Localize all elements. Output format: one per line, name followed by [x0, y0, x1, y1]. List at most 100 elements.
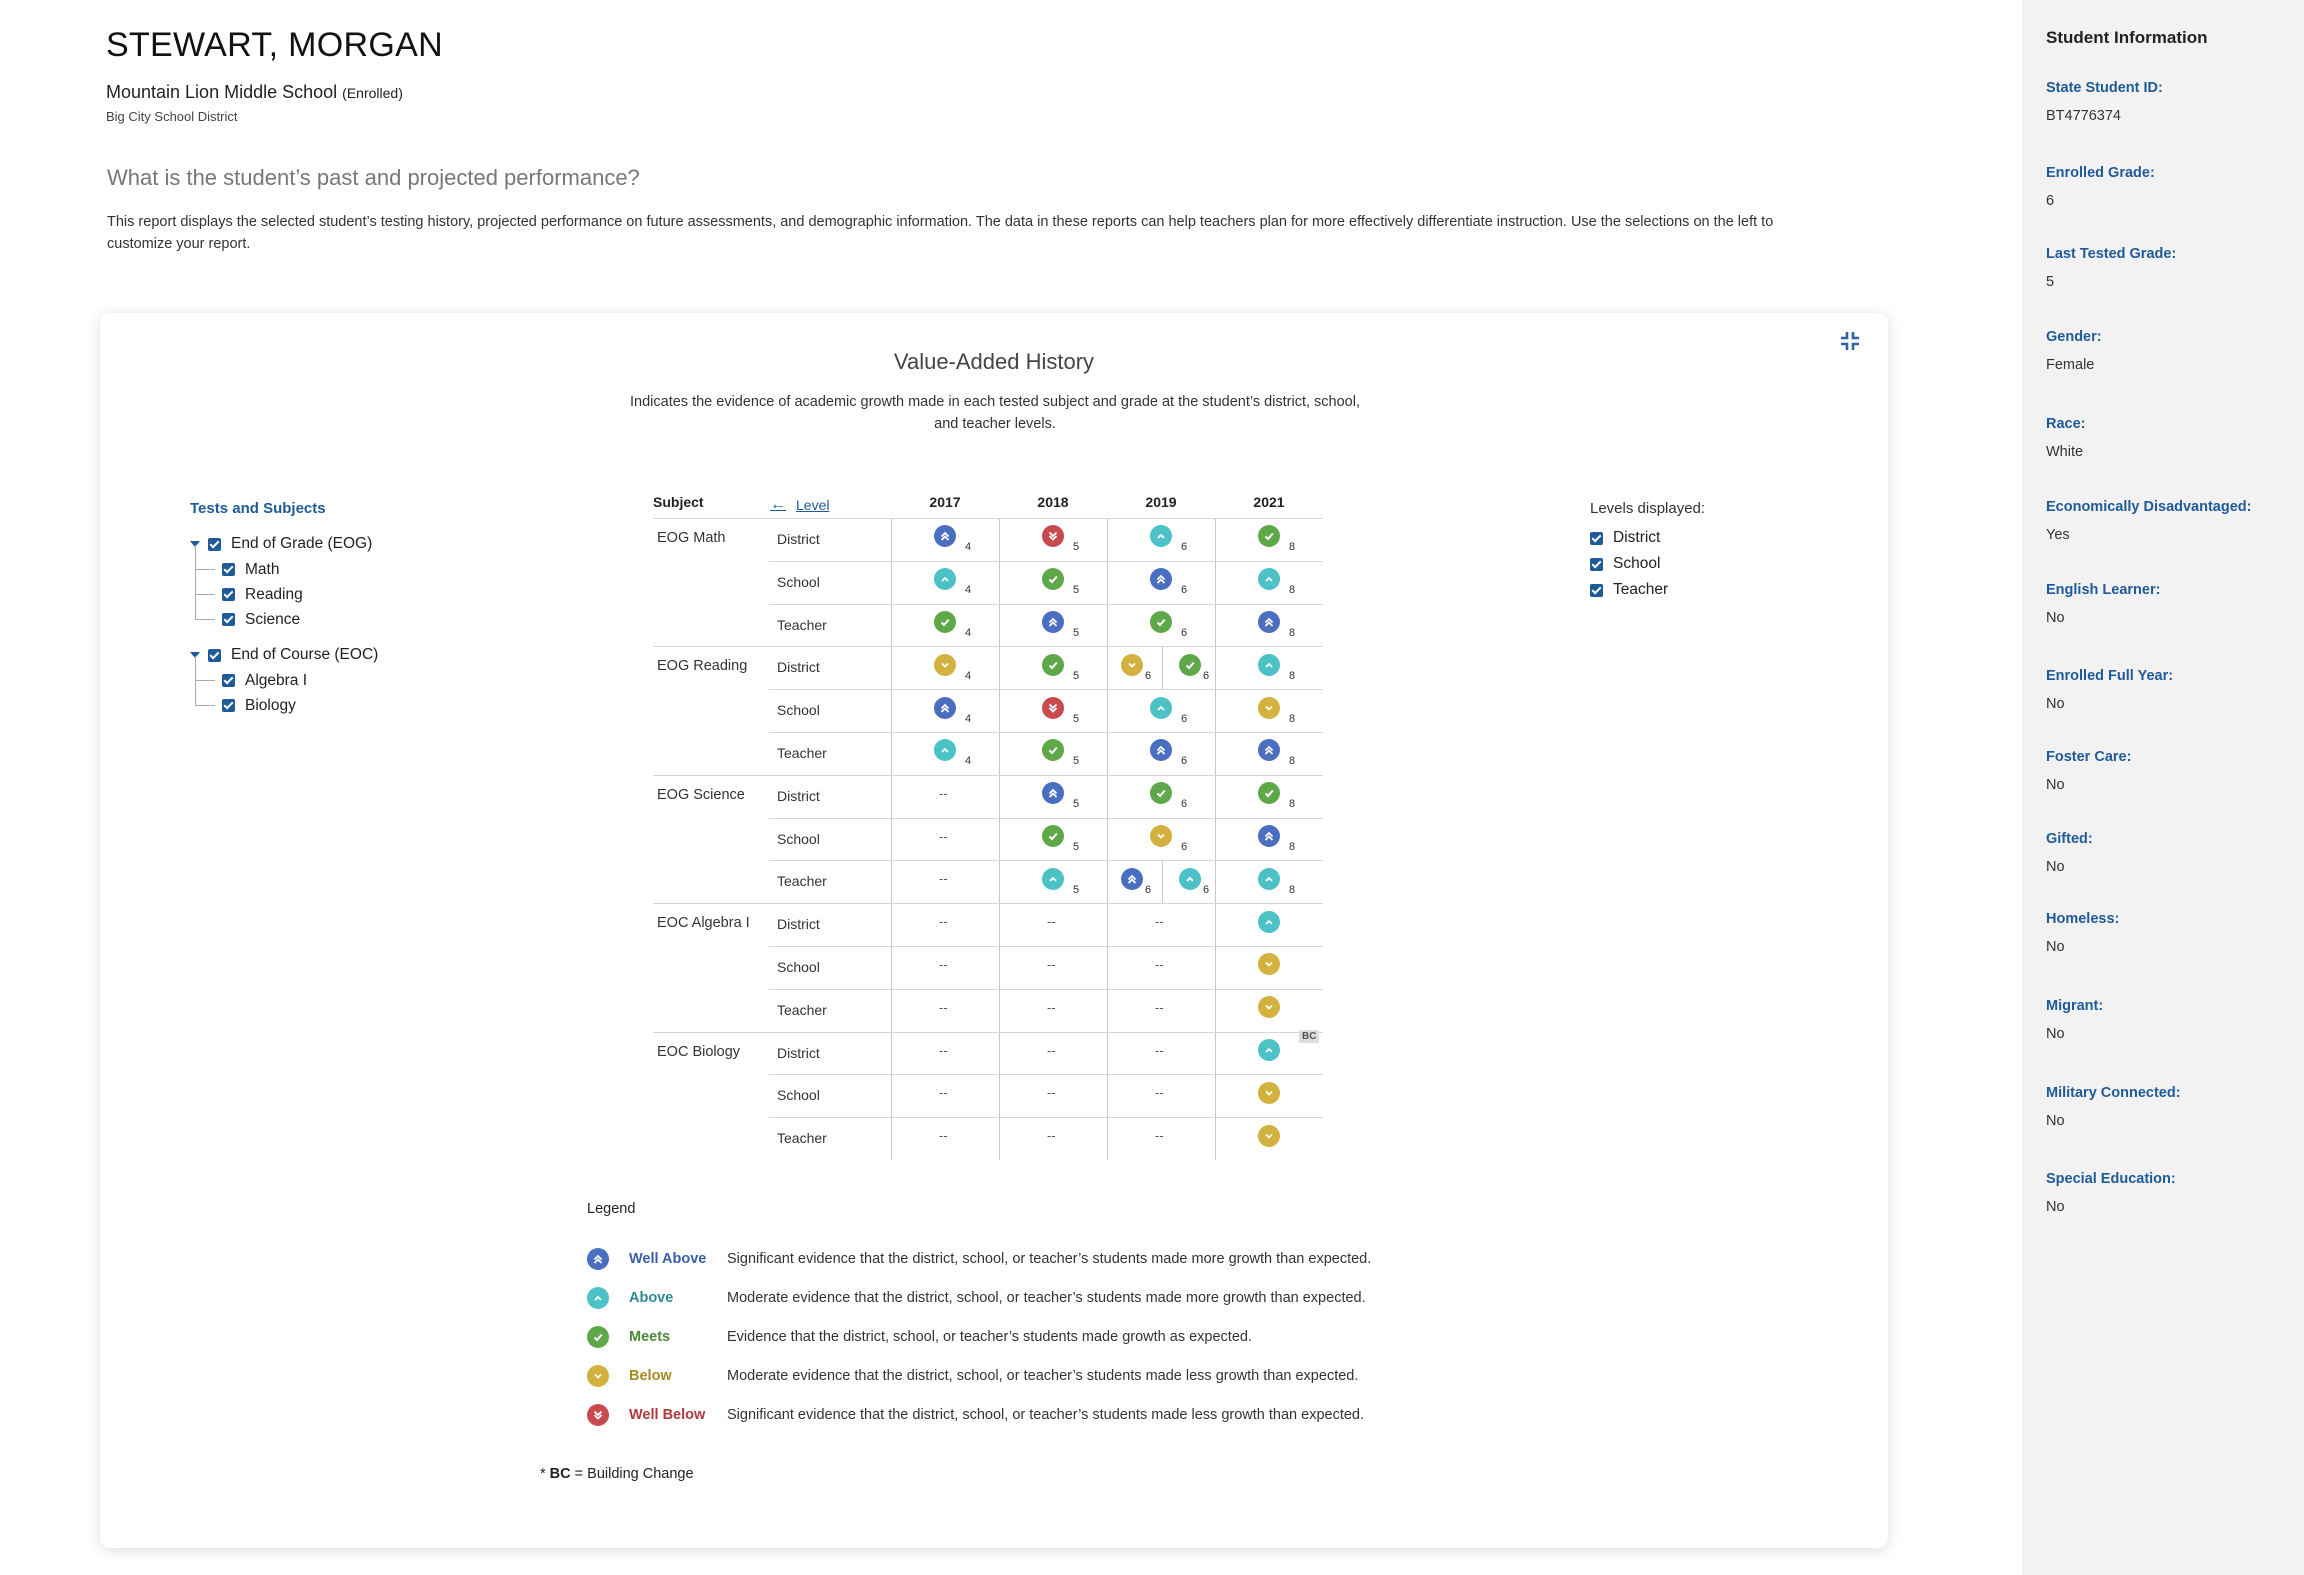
- year-header: 2021: [1253, 494, 1285, 510]
- sidebar-field-value: 6: [2046, 193, 2055, 209]
- check-icon[interactable]: [1042, 654, 1064, 676]
- chevron-down-icon[interactable]: [1258, 996, 1280, 1018]
- school-line: Mountain Lion Middle School (Enrolled): [106, 82, 1906, 103]
- grid-column-divider: [1107, 518, 1108, 1160]
- sidebar-field: Homeless: No: [2046, 911, 2296, 955]
- checkbox-teacher[interactable]: [1590, 583, 1603, 597]
- chevron-up-icon[interactable]: [1258, 654, 1280, 676]
- chevron-down-icon[interactable]: [934, 654, 956, 676]
- double-chevron-up-icon[interactable]: [1150, 739, 1172, 761]
- check-icon[interactable]: [1150, 782, 1172, 804]
- chevron-up-icon[interactable]: [1179, 868, 1201, 890]
- chevron-down-icon[interactable]: [1258, 1125, 1280, 1147]
- chevron-up-icon[interactable]: [1258, 911, 1280, 933]
- chevron-down-icon[interactable]: [1258, 953, 1280, 975]
- chevron-down-icon[interactable]: [1121, 654, 1143, 676]
- check-icon[interactable]: [934, 611, 956, 633]
- level-sort-link[interactable]: ← Level: [770, 494, 829, 516]
- checkbox-algebra[interactable]: [222, 674, 235, 687]
- level-toggle-school[interactable]: School: [1590, 551, 1705, 577]
- double-chevron-down-icon[interactable]: [1042, 525, 1064, 547]
- tree-item-biology[interactable]: Biology: [190, 681, 520, 718]
- sidebar-field-value: No: [2046, 777, 2065, 793]
- double-chevron-up-icon[interactable]: [1258, 611, 1280, 633]
- checkbox-science[interactable]: [222, 613, 235, 626]
- tree-item-reading[interactable]: Reading: [190, 570, 520, 607]
- checkbox-math[interactable]: [222, 563, 235, 576]
- levels-displayed: Levels displayed: District School Teache…: [1590, 500, 1705, 603]
- chevron-down-icon[interactable]: [1258, 697, 1280, 719]
- chevron-up-icon[interactable]: [1150, 525, 1172, 547]
- year-header: 2019: [1145, 494, 1177, 510]
- subject-label: EOC Biology: [657, 1044, 741, 1060]
- double-chevron-up-icon[interactable]: [1121, 868, 1143, 890]
- legend-description: Significant evidence that the district, …: [727, 1406, 1365, 1423]
- tree-item-algebra[interactable]: Algebra I: [190, 656, 520, 693]
- empty-cell-mark: --: [1155, 1043, 1164, 1058]
- value-added-card: Value-Added History Indicates the eviden…: [100, 313, 1888, 1548]
- legend-label: Meets: [629, 1328, 671, 1345]
- double-chevron-down-icon[interactable]: [1042, 697, 1064, 719]
- tree-item-science[interactable]: Science: [190, 595, 520, 632]
- check-icon[interactable]: [1042, 825, 1064, 847]
- chevron-up-icon[interactable]: [1042, 868, 1064, 890]
- level-toggle-teacher[interactable]: Teacher: [1590, 577, 1705, 603]
- sidebar-field: English Learner: No: [2046, 582, 2296, 626]
- tested-grade: 5: [1073, 670, 1080, 682]
- chevron-up-icon[interactable]: [934, 568, 956, 590]
- student-info-sidebar: Student Information State Student ID: BT4…: [2022, 0, 2304, 1575]
- chevron-up-icon[interactable]: [1258, 568, 1280, 590]
- tree-group-label: End of Course (EOC): [231, 646, 379, 663]
- tested-grade: 8: [1289, 755, 1296, 767]
- checkbox-district[interactable]: [1590, 531, 1603, 545]
- check-icon[interactable]: [1042, 568, 1064, 590]
- tested-grade: 6: [1203, 884, 1210, 896]
- grid-row-divider: [769, 689, 1323, 690]
- empty-cell-mark: --: [939, 1085, 948, 1100]
- double-chevron-up-icon: [587, 1247, 609, 1270]
- check-icon[interactable]: [1179, 654, 1201, 676]
- tested-grade: 6: [1181, 627, 1188, 639]
- check-icon[interactable]: [1042, 739, 1064, 761]
- double-chevron-up-icon[interactable]: [1150, 568, 1172, 590]
- double-chevron-up-icon[interactable]: [1258, 825, 1280, 847]
- tested-grade: 5: [1073, 584, 1080, 596]
- chevron-down-icon[interactable]: [1258, 1082, 1280, 1104]
- tree-item-math[interactable]: Math: [190, 545, 520, 582]
- double-chevron-up-icon[interactable]: [1258, 739, 1280, 761]
- tree-group-eoc[interactable]: End of Course (EOC): [190, 642, 520, 668]
- chevron-up-icon[interactable]: [934, 739, 956, 761]
- level-toggle-district[interactable]: District: [1590, 525, 1705, 551]
- sidebar-field-value: 5: [2046, 274, 2055, 290]
- chevron-up-icon[interactable]: [1258, 1039, 1280, 1061]
- chevron-up-icon[interactable]: [1150, 697, 1172, 719]
- double-chevron-up-icon[interactable]: [934, 697, 956, 719]
- double-chevron-up-icon[interactable]: [1042, 611, 1064, 633]
- sidebar-field-label: English Learner:: [2046, 582, 2161, 598]
- level-header: Level: [796, 497, 830, 513]
- sidebar-field-label: Homeless:: [2046, 911, 2120, 927]
- tested-grade: 6: [1181, 584, 1188, 596]
- sidebar-field-value: BT4776374: [2046, 108, 2121, 124]
- check-icon[interactable]: [1258, 525, 1280, 547]
- checkbox-biology[interactable]: [222, 699, 235, 712]
- sidebar-field-value: No: [2046, 1026, 2065, 1042]
- level-label: District: [777, 916, 820, 932]
- check-icon[interactable]: [1258, 782, 1280, 804]
- chevron-up-icon[interactable]: [1258, 868, 1280, 890]
- sidebar-field: Economically Disadvantaged: Yes: [2046, 499, 2296, 543]
- legend-item: Above Moderate evidence that the district…: [587, 1278, 1587, 1317]
- double-chevron-up-icon[interactable]: [1042, 782, 1064, 804]
- checkbox-eoc[interactable]: [208, 648, 221, 662]
- sidebar-field-label: Gifted:: [2046, 831, 2093, 847]
- sidebar-field-value: White: [2046, 444, 2084, 460]
- tested-grade: 6: [1203, 670, 1210, 682]
- double-chevron-up-icon[interactable]: [934, 525, 956, 547]
- checkbox-school[interactable]: [1590, 557, 1603, 571]
- chevron-down-icon[interactable]: [1150, 825, 1172, 847]
- tree-group-eog[interactable]: End of Grade (EOG): [190, 531, 520, 557]
- checkbox-reading[interactable]: [222, 588, 235, 601]
- check-icon[interactable]: [1150, 611, 1172, 633]
- checkbox-eog[interactable]: [208, 537, 221, 551]
- sidebar-field-label: Gender:: [2046, 329, 2102, 345]
